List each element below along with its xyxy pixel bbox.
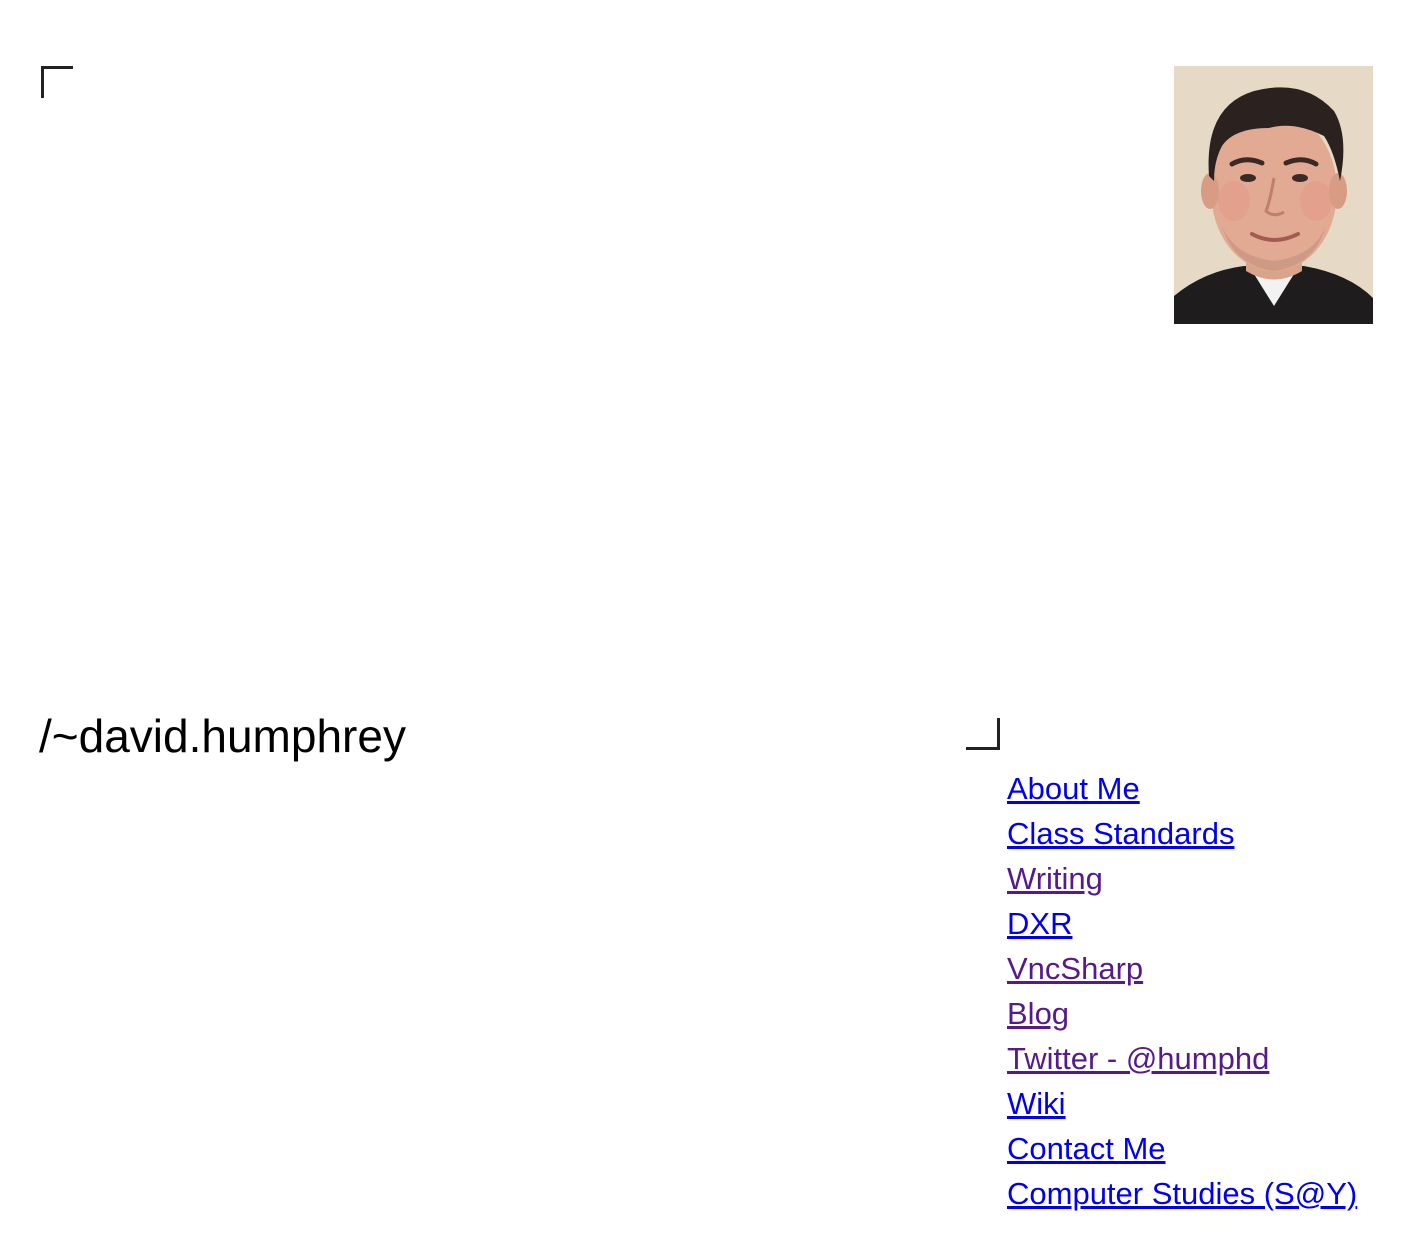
nav-link-dxr[interactable]: DXR [1007, 906, 1072, 941]
nav-link-wiki[interactable]: Wiki [1007, 1086, 1066, 1121]
nav-item: VncSharp [1007, 946, 1357, 991]
nav-item: Contact Me [1007, 1126, 1357, 1171]
nav-item: About Me [1007, 766, 1357, 811]
portrait-image [1174, 66, 1373, 324]
nav-item: Writing [1007, 856, 1357, 901]
nav-link-writing[interactable]: Writing [1007, 861, 1103, 896]
nav-item: Twitter - @humphd [1007, 1036, 1357, 1081]
nav-menu: About Me Class Standards Writing DXR Vnc… [1007, 766, 1357, 1216]
page: /~david.humphrey About Me Class Standard… [0, 0, 1408, 1260]
corner-bracket-bottom-right [966, 718, 1000, 750]
nav-link-class-standards[interactable]: Class Standards [1007, 816, 1234, 851]
nav-link-computer-studies[interactable]: Computer Studies (S@Y) [1007, 1176, 1357, 1211]
nav-item: Computer Studies (S@Y) [1007, 1171, 1357, 1216]
nav-link-contact-me[interactable]: Contact Me [1007, 1131, 1166, 1166]
nav-link-twitter[interactable]: Twitter - @humphd [1007, 1041, 1269, 1076]
nav-link-blog[interactable]: Blog [1007, 996, 1069, 1031]
nav-item: Class Standards [1007, 811, 1357, 856]
nav-link-about-me[interactable]: About Me [1007, 771, 1140, 806]
nav-item: Blog [1007, 991, 1357, 1036]
nav-link-vncsharp[interactable]: VncSharp [1007, 951, 1143, 986]
site-title: /~david.humphrey [39, 710, 406, 762]
nav-item: DXR [1007, 901, 1357, 946]
profile-photo [1174, 66, 1373, 324]
nav-item: Wiki [1007, 1081, 1357, 1126]
corner-bracket-top-left [41, 66, 73, 98]
